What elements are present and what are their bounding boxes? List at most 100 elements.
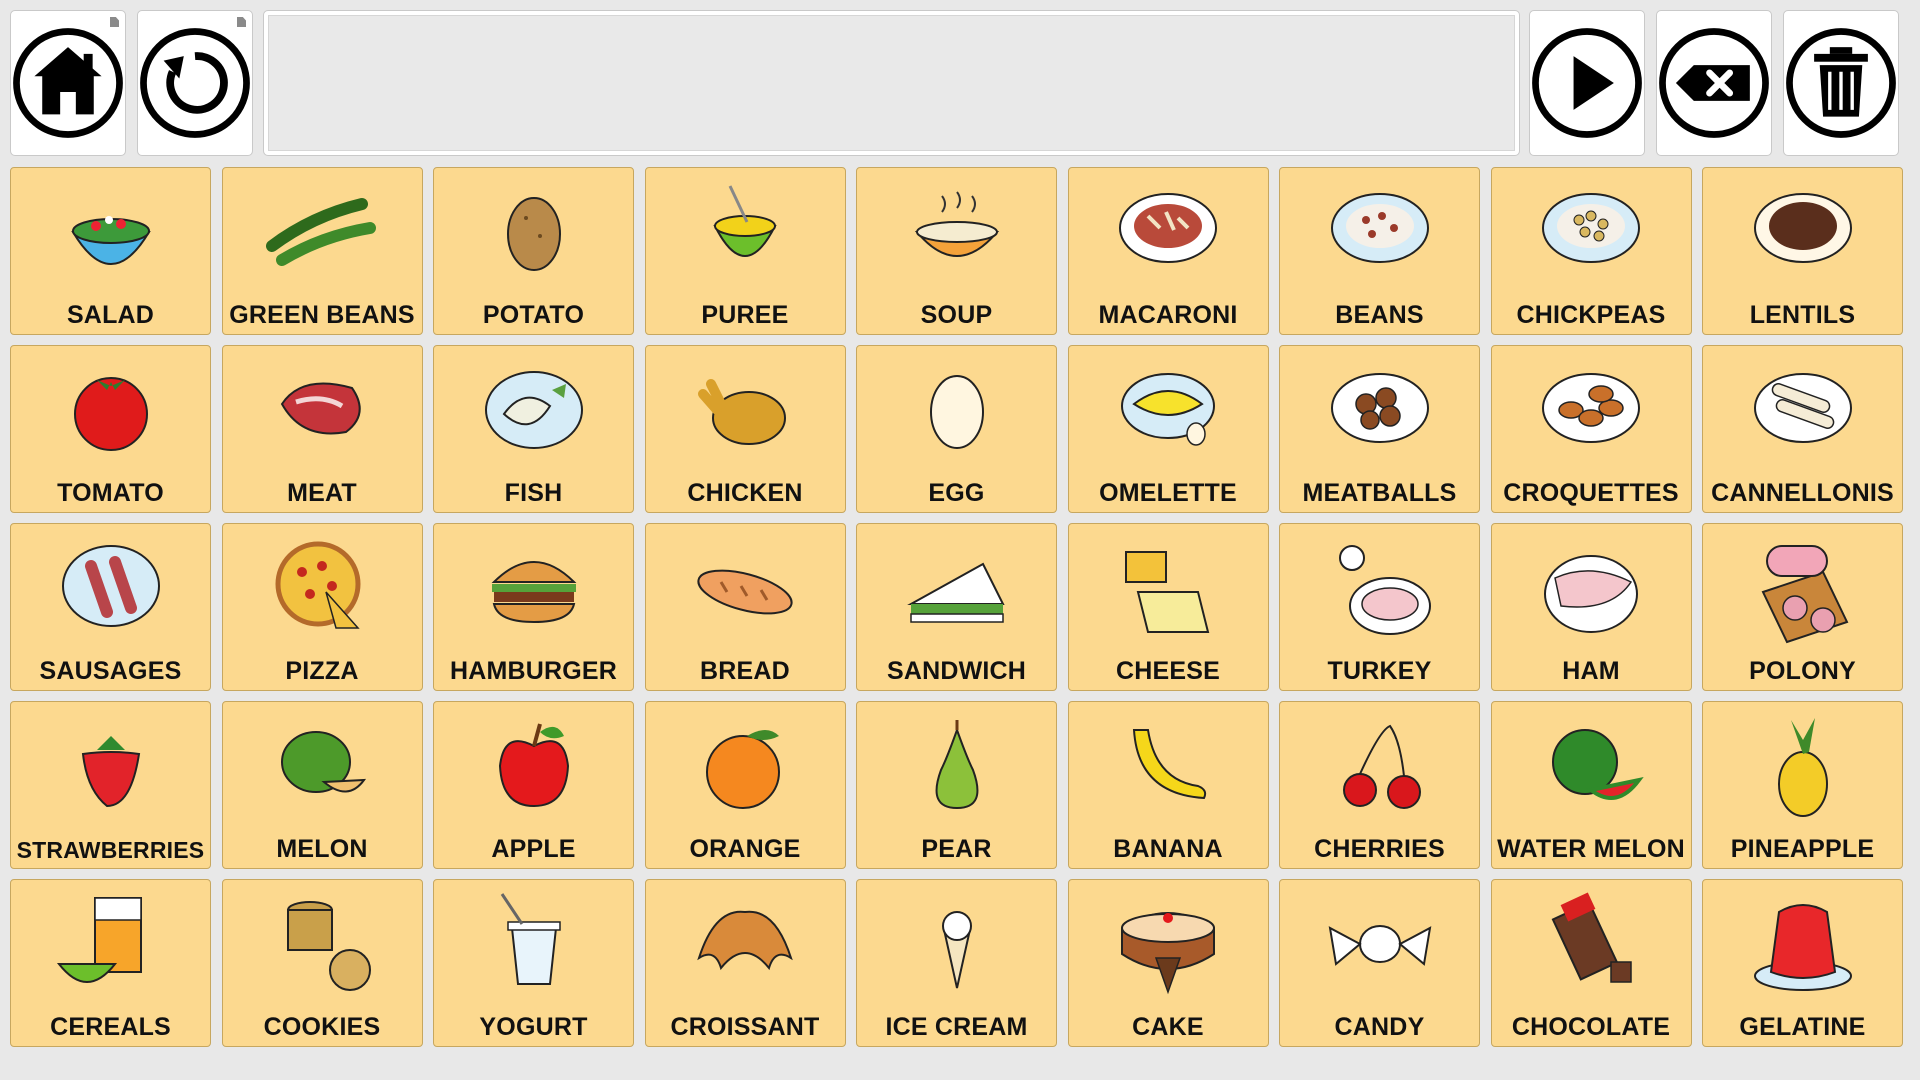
meat-icon — [262, 354, 382, 468]
trash-icon — [1786, 28, 1896, 138]
symbol-cell-icecream[interactable]: ICE CREAM — [856, 879, 1057, 1047]
symbol-label: CROISSANT — [670, 1013, 820, 1041]
pineapple-icon — [1743, 710, 1863, 824]
pear-icon — [897, 710, 1017, 824]
symbol-label: PUREE — [701, 301, 789, 329]
symbol-label: APPLE — [491, 835, 576, 863]
soup-icon — [897, 176, 1017, 290]
symbol-cell-chickpeas[interactable]: CHICKPEAS — [1490, 167, 1692, 335]
symbol-grid: SALAD GREEN BEANS POTATO PUREE SOUP MACARONI B… — [10, 167, 1903, 1047]
symbol-cell-apple[interactable]: APPLE — [433, 701, 634, 869]
symbol-cell-turkey[interactable]: TURKEY — [1279, 523, 1480, 691]
symbol-cell-cherries[interactable]: CHERRIES — [1279, 701, 1480, 869]
symbol-cell-meat[interactable]: MEAT — [221, 345, 423, 513]
refresh-button[interactable] — [137, 10, 253, 156]
symbol-label: YOGURT — [479, 1013, 588, 1041]
symbol-cell-cereals[interactable]: CEREALS — [10, 879, 211, 1047]
symbol-cell-croissant[interactable]: CROISSANT — [644, 879, 846, 1047]
symbol-cell-greenbeans[interactable]: GREEN BEANS — [221, 167, 423, 335]
symbol-label: TURKEY — [1327, 657, 1432, 685]
symbol-cell-pizza[interactable]: PIZZA — [221, 523, 423, 691]
symbol-cell-pineapple[interactable]: PINEAPPLE — [1702, 701, 1903, 869]
symbol-cell-egg[interactable]: EGG — [856, 345, 1057, 513]
gelatine-icon — [1743, 888, 1863, 1002]
symbol-cell-fish[interactable]: FISH — [433, 345, 634, 513]
symbol-cell-orange[interactable]: ORANGE — [644, 701, 846, 869]
cherries-icon — [1320, 710, 1440, 824]
symbol-label: GREEN BEANS — [229, 301, 415, 329]
symbol-cell-omelette[interactable]: OMELETTE — [1067, 345, 1269, 513]
symbol-cell-banana[interactable]: BANANA — [1067, 701, 1269, 869]
symbol-cell-salad[interactable]: SALAD — [10, 167, 211, 335]
icecream-icon — [897, 888, 1017, 1002]
omelette-icon — [1108, 354, 1228, 468]
lentils-icon — [1743, 176, 1863, 290]
symbol-label: SOUP — [920, 301, 993, 329]
chickpeas-icon — [1531, 176, 1651, 290]
symbol-cell-strawberry[interactable]: STRAWBERRIES — [10, 701, 211, 869]
symbol-label: TOMATO — [57, 479, 164, 507]
symbol-cell-tomato[interactable]: TOMATO — [10, 345, 211, 513]
apple-icon — [474, 710, 594, 824]
symbol-cell-lentils[interactable]: LENTILS — [1702, 167, 1903, 335]
symbol-cell-hamburger[interactable]: HAMBURGER — [433, 523, 634, 691]
fish-icon — [474, 354, 594, 468]
symbol-cell-bread[interactable]: BREAD — [644, 523, 846, 691]
folder-corner-icon — [237, 17, 246, 27]
symbol-cell-macaroni[interactable]: MACARONI — [1067, 167, 1269, 335]
symbol-cell-croquettes[interactable]: CROQUETTES — [1490, 345, 1692, 513]
symbol-label: WATER MELON — [1497, 835, 1685, 863]
symbol-label: STRAWBERRIES — [16, 837, 205, 863]
symbol-cell-melon[interactable]: MELON — [221, 701, 423, 869]
home-button[interactable] — [10, 10, 126, 156]
symbol-cell-cookies[interactable]: COOKIES — [221, 879, 423, 1047]
symbol-cell-meatballs[interactable]: MEATBALLS — [1279, 345, 1480, 513]
symbol-cell-yogurt[interactable]: YOGURT — [433, 879, 634, 1047]
symbol-cell-candy[interactable]: CANDY — [1279, 879, 1480, 1047]
candy-icon — [1320, 888, 1440, 1002]
symbol-cell-soup[interactable]: SOUP — [856, 167, 1057, 335]
clear-button[interactable] — [1783, 10, 1899, 156]
backspace-button[interactable] — [1656, 10, 1772, 156]
potato-icon — [474, 176, 594, 290]
symbol-cell-chicken[interactable]: CHICKEN — [644, 345, 846, 513]
symbol-cell-potato[interactable]: POTATO — [433, 167, 634, 335]
chocolate-icon — [1531, 888, 1651, 1002]
symbol-cell-sausages[interactable]: SAUSAGES — [10, 523, 211, 691]
symbol-cell-puree[interactable]: PUREE — [644, 167, 846, 335]
turkey-icon — [1320, 532, 1440, 646]
symbol-label: OMELETTE — [1099, 479, 1237, 507]
message-text — [268, 15, 1515, 151]
symbol-cell-chocolate[interactable]: CHOCOLATE — [1490, 879, 1692, 1047]
symbol-cell-pear[interactable]: PEAR — [856, 701, 1057, 869]
symbol-label: EGG — [928, 479, 985, 507]
cereals-icon — [51, 888, 171, 1002]
symbol-cell-ham[interactable]: HAM — [1490, 523, 1692, 691]
hamburger-icon — [474, 532, 594, 646]
symbol-cell-cake[interactable]: CAKE — [1067, 879, 1269, 1047]
symbol-label: SANDWICH — [886, 657, 1027, 685]
symbol-cell-cannellonis[interactable]: CANNELLONIS — [1702, 345, 1903, 513]
message-bar[interactable] — [263, 10, 1520, 156]
symbol-label: CHOCOLATE — [1511, 1013, 1671, 1041]
symbol-cell-watermelon[interactable]: WATER MELON — [1490, 701, 1692, 869]
symbol-label: CANNELLONIS — [1711, 479, 1894, 507]
speak-button[interactable] — [1529, 10, 1645, 156]
symbol-cell-sandwich[interactable]: SANDWICH — [856, 523, 1057, 691]
meatballs-icon — [1320, 354, 1440, 468]
symbol-label: BREAD — [700, 657, 790, 685]
symbol-cell-beans[interactable]: BEANS — [1279, 167, 1480, 335]
symbol-cell-polony[interactable]: POLONY — [1702, 523, 1903, 691]
symbol-label: MEATBALLS — [1302, 479, 1457, 507]
symbol-label: CHICKEN — [687, 479, 803, 507]
symbol-label: LENTILS — [1749, 301, 1856, 329]
symbol-label: BANANA — [1113, 835, 1223, 863]
folder-corner-icon — [110, 17, 119, 27]
backspace-icon — [1659, 28, 1769, 138]
symbol-label: ICE CREAM — [885, 1013, 1028, 1041]
ham-icon — [1531, 532, 1651, 646]
croquettes-icon — [1531, 354, 1651, 468]
symbol-label: POLONY — [1749, 657, 1856, 685]
symbol-cell-cheese[interactable]: CHEESE — [1067, 523, 1269, 691]
symbol-cell-gelatine[interactable]: GELATINE — [1702, 879, 1903, 1047]
